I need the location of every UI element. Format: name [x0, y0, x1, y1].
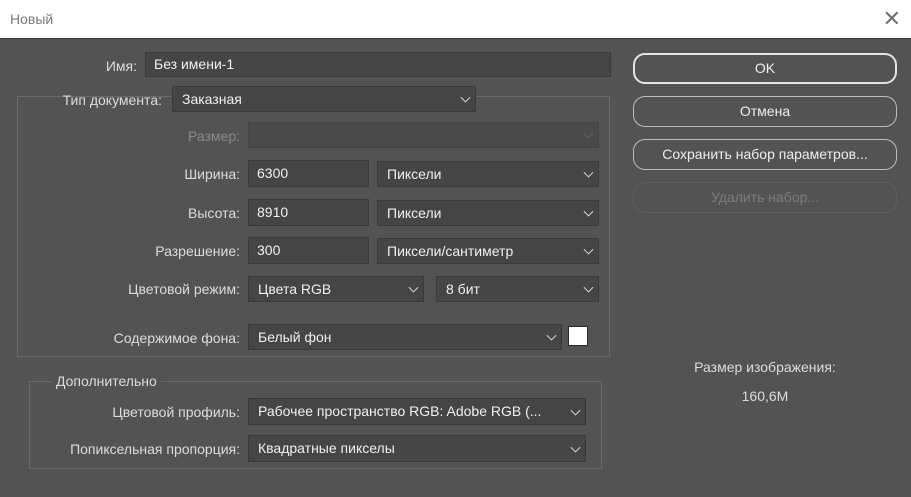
width-unit-select[interactable]: Пиксели [377, 161, 599, 187]
chevron-down-icon [583, 206, 594, 217]
image-size-value: 160,6M [741, 388, 789, 404]
width-unit-value: Пиксели [387, 166, 442, 182]
chevron-down-icon [570, 405, 581, 416]
doc-type-value: Заказная [182, 91, 242, 107]
chevron-down-icon [570, 442, 581, 453]
delete-preset-button: Удалить набор... [633, 182, 897, 213]
pixel-aspect-select[interactable]: Квадратные пикселы [248, 435, 586, 462]
close-icon[interactable]: ✕ [883, 6, 901, 32]
color-mode-value: Цвета RGB [258, 281, 332, 297]
chevron-down-icon [583, 167, 594, 178]
image-size-label: Размер изображения: [694, 359, 836, 375]
resolution-unit-value: Пиксели/сантиметр [387, 243, 514, 259]
width-input[interactable]: 6300 [248, 160, 369, 187]
chevron-down-icon [546, 330, 557, 341]
color-profile-label: Цветовой профиль: [112, 404, 240, 420]
doc-type-select[interactable]: Заказная [172, 86, 476, 112]
name-label: Имя: [105, 58, 137, 74]
advanced-legend: Дополнительно [52, 373, 161, 389]
name-input[interactable]: Без имени-1 [145, 52, 611, 77]
background-select[interactable]: Белый фон [248, 324, 562, 350]
resolution-label: Разрешение: [155, 243, 240, 259]
color-mode-label: Цветовой режим: [128, 281, 240, 297]
height-unit-select[interactable]: Пиксели [377, 200, 599, 226]
bit-depth-value: 8 бит [446, 281, 480, 297]
window-title: Новый [10, 11, 54, 27]
ok-button[interactable]: OK [633, 53, 897, 84]
chevron-down-icon [460, 92, 471, 103]
background-label: Содержимое фона: [113, 330, 240, 346]
doc-type-label: Тип документа: [62, 92, 162, 108]
background-color-swatch[interactable] [568, 326, 588, 346]
size-select [248, 122, 599, 148]
color-profile-select[interactable]: Рабочее пространство RGB: Adobe RGB (... [248, 398, 586, 425]
size-label: Размер: [187, 128, 240, 144]
color-profile-value: Рабочее пространство RGB: Adobe RGB (... [258, 403, 542, 419]
resolution-input[interactable]: 300 [248, 237, 369, 264]
pixel-aspect-label: Попиксельная пропорция: [70, 441, 240, 457]
chevron-down-icon [583, 244, 594, 255]
chevron-down-icon [583, 282, 594, 293]
title-bar: Новый ✕ [0, 0, 911, 39]
resolution-unit-select[interactable]: Пиксели/сантиметр [377, 238, 599, 264]
height-label: Высота: [188, 205, 240, 221]
background-value: Белый фон [258, 329, 332, 345]
bit-depth-select[interactable]: 8 бит [436, 276, 599, 302]
chevron-down-icon [408, 282, 419, 293]
cancel-button[interactable]: Отмена [633, 96, 897, 127]
pixel-aspect-value: Квадратные пикселы [258, 440, 395, 456]
save-preset-button[interactable]: Сохранить набор параметров... [633, 139, 897, 170]
height-input[interactable]: 8910 [248, 199, 369, 226]
width-label: Ширина: [184, 166, 240, 182]
chevron-down-icon [583, 128, 594, 139]
color-mode-select[interactable]: Цвета RGB [248, 276, 424, 302]
height-unit-value: Пиксели [387, 205, 442, 221]
